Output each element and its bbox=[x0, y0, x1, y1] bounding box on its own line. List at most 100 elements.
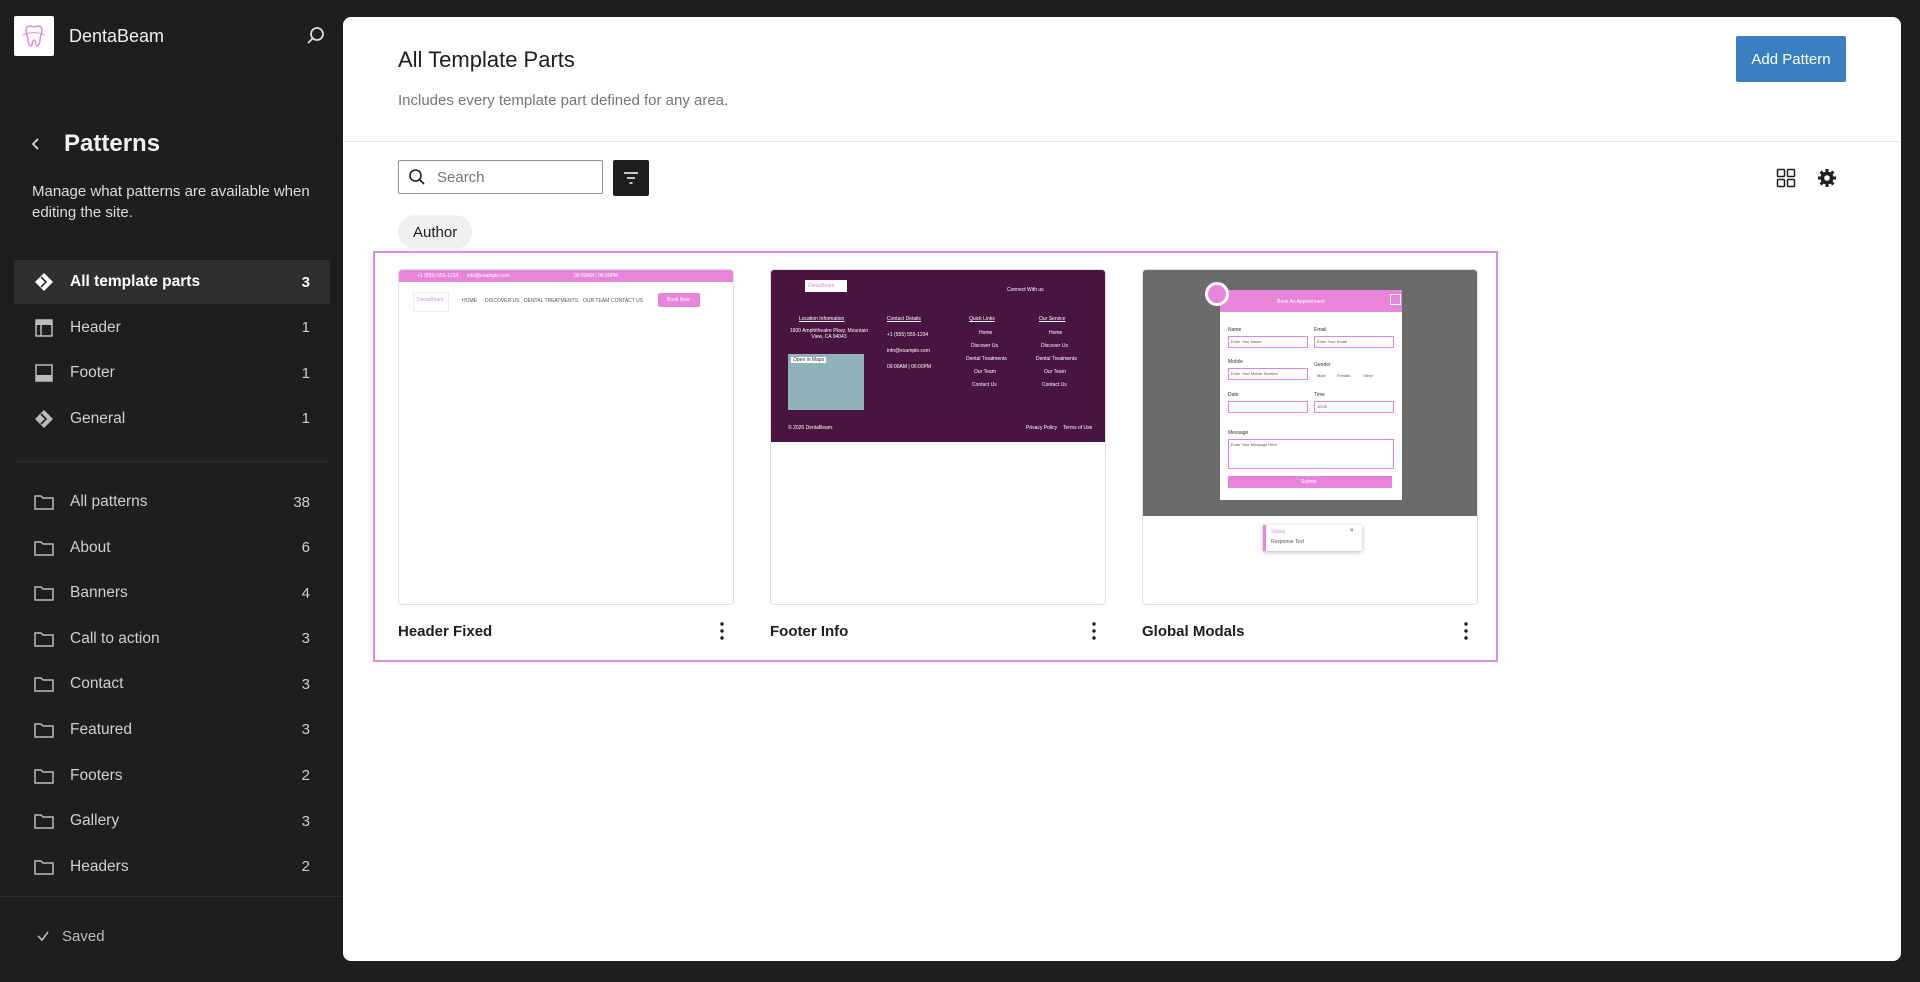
folder-icon bbox=[32, 490, 56, 514]
saved-label: Saved bbox=[62, 927, 105, 945]
preview-contact-phone: +1 (555) 555-1234 bbox=[887, 332, 929, 338]
more-options-icon[interactable] bbox=[710, 619, 734, 643]
sidebar: DentaBeam Patterns Manage what patterns … bbox=[0, 0, 343, 981]
sidebar-item-banners[interactable]: Banners 4 bbox=[14, 571, 330, 615]
search-field[interactable] bbox=[398, 160, 603, 194]
preview-gender-male: Male bbox=[1317, 373, 1326, 378]
sidebar-item-gallery[interactable]: Gallery 3 bbox=[14, 799, 330, 843]
folder-icon bbox=[32, 672, 56, 696]
preview-nav-item: CONTACT US bbox=[611, 298, 644, 304]
preview-toast-text: Response Text bbox=[1271, 539, 1304, 545]
page-description: Includes every template part defined for… bbox=[398, 92, 729, 109]
tooth-icon bbox=[22, 25, 46, 47]
folder-icon bbox=[32, 855, 56, 879]
add-pattern-button[interactable]: Add Pattern bbox=[1736, 36, 1846, 82]
folder-icon bbox=[32, 764, 56, 788]
preview-modal-badge bbox=[1205, 282, 1229, 306]
footer-icon bbox=[32, 361, 56, 385]
pattern-preview[interactable]: DentaBeam Connect With us Location Infor… bbox=[770, 269, 1106, 605]
filter-button[interactable] bbox=[613, 160, 649, 196]
preview-quick-link: Home bbox=[979, 330, 993, 336]
preview-quick-title: Quick Links bbox=[969, 316, 995, 322]
folder-icon bbox=[32, 718, 56, 742]
preview-privacy: Privacy Policy bbox=[1026, 425, 1058, 431]
sidebar-item-label: Banners bbox=[70, 584, 128, 602]
header-icon bbox=[32, 316, 56, 340]
pattern-preview[interactable]: +1 (555) 555-1234 info@example.com 09:00… bbox=[398, 269, 734, 605]
preview-nav-item: DISCOVER US bbox=[485, 298, 520, 304]
close-icon bbox=[1390, 294, 1401, 305]
preview-gender-female: Female bbox=[1337, 373, 1351, 378]
card-footer: Footer Info bbox=[770, 609, 1106, 653]
more-options-icon[interactable] bbox=[1454, 619, 1478, 643]
search-icon[interactable] bbox=[302, 22, 330, 50]
card-title[interactable]: Global Modals bbox=[1142, 623, 1245, 640]
pattern-categories-nav: All patterns 38 About 6 Banners 4 Call t… bbox=[14, 480, 330, 890]
sidebar-item-count: 4 bbox=[301, 584, 310, 602]
more-options-icon[interactable] bbox=[1082, 619, 1106, 643]
preview-submit-label: Submit bbox=[1301, 479, 1317, 485]
sidebar-item-label: Featured bbox=[70, 720, 133, 738]
author-filter-chip[interactable]: Author bbox=[398, 215, 473, 249]
sidebar-item-about[interactable]: About 6 bbox=[14, 526, 330, 570]
folder-icon bbox=[32, 809, 56, 833]
sidebar-item-footer[interactable]: Footer 1 bbox=[14, 351, 330, 395]
sidebar-item-general[interactable]: General 1 bbox=[14, 397, 330, 441]
preview-date-field bbox=[1228, 401, 1308, 413]
sidebar-item-footers[interactable]: Footers 2 bbox=[14, 754, 330, 798]
gear-icon[interactable] bbox=[1815, 166, 1839, 190]
sidebar-title: Patterns bbox=[64, 130, 161, 157]
preview-hours: 09:00AM | 06:00PM bbox=[574, 273, 619, 279]
site-name[interactable]: DentaBeam bbox=[69, 26, 164, 47]
pattern-card-header-fixed: +1 (555) 555-1234 info@example.com 09:00… bbox=[398, 269, 734, 653]
sidebar-item-label: About bbox=[70, 538, 111, 556]
preview-gender-label: Gender bbox=[1314, 362, 1331, 368]
sidebar-item-count: 1 bbox=[301, 364, 310, 382]
sidebar-item-label: Gallery bbox=[70, 812, 120, 830]
preview-toast-title: Status bbox=[1271, 529, 1286, 535]
card-title[interactable]: Footer Info bbox=[770, 623, 848, 640]
card-title[interactable]: Header Fixed bbox=[398, 623, 492, 640]
sidebar-item-count: 1 bbox=[301, 319, 310, 337]
sidebar-item-contact[interactable]: Contact 3 bbox=[14, 662, 330, 706]
sidebar-item-featured[interactable]: Featured 3 bbox=[14, 708, 330, 752]
sidebar-item-call-to-action[interactable]: Call to action 3 bbox=[14, 617, 330, 661]
sidebar-item-count: 3 bbox=[301, 273, 310, 291]
sidebar-item-count: 3 bbox=[301, 721, 310, 739]
site-logo[interactable] bbox=[14, 16, 54, 56]
preview-message-ph: Enter Your Message Here bbox=[1231, 442, 1277, 447]
preview-date-label: Date bbox=[1228, 392, 1239, 398]
preview-email-ph: Enter Your Email bbox=[1317, 339, 1347, 344]
folder-icon bbox=[32, 536, 56, 560]
grid-view-icon[interactable] bbox=[1774, 166, 1798, 190]
pattern-card-footer-info: DentaBeam Connect With us Location Infor… bbox=[770, 269, 1106, 653]
folder-icon bbox=[32, 581, 56, 605]
pattern-card-global-modals: Book An Appointment Name Enter Your Name… bbox=[1142, 269, 1478, 653]
preview-nav-item: OUR TEAM bbox=[583, 298, 610, 304]
preview-logo: DentaBeam bbox=[808, 283, 835, 289]
sidebar-item-all-patterns[interactable]: All patterns 38 bbox=[14, 480, 330, 524]
sidebar-item-headers[interactable]: Headers 2 bbox=[14, 845, 330, 889]
preview-connect: Connect With us bbox=[1007, 287, 1044, 293]
pattern-preview[interactable]: Book An Appointment Name Enter Your Name… bbox=[1142, 269, 1478, 605]
preview-service-link: Contact Us bbox=[1042, 382, 1067, 388]
preview-mobile-ph: Enter Your Mobile Number bbox=[1231, 371, 1278, 376]
nav-divider bbox=[14, 461, 330, 462]
preview-nav-item: HOME bbox=[462, 298, 477, 304]
sidebar-footer: Saved bbox=[0, 896, 343, 982]
sidebar-item-label: Header bbox=[70, 318, 121, 336]
search-input[interactable] bbox=[435, 167, 599, 187]
back-icon[interactable] bbox=[24, 132, 48, 156]
save-status: Saved bbox=[34, 927, 105, 945]
preview-quick-link: Discover Us bbox=[971, 343, 998, 349]
preview-modal-title: Book An Appointment bbox=[1277, 299, 1325, 305]
sidebar-item-label: All template parts bbox=[70, 273, 201, 290]
preview-name-ph: Enter Your Name bbox=[1231, 339, 1262, 344]
check-icon bbox=[34, 927, 52, 945]
preview-logo: DentaBeam bbox=[417, 297, 444, 303]
sidebar-item-all-template-parts[interactable]: All template parts 3 bbox=[14, 260, 330, 304]
sidebar-item-header[interactable]: Header 1 bbox=[14, 306, 330, 350]
header-divider bbox=[343, 141, 1901, 142]
preview-nav-item: DENTAL TREATMENTS bbox=[524, 298, 578, 304]
filter-icon bbox=[624, 172, 638, 184]
